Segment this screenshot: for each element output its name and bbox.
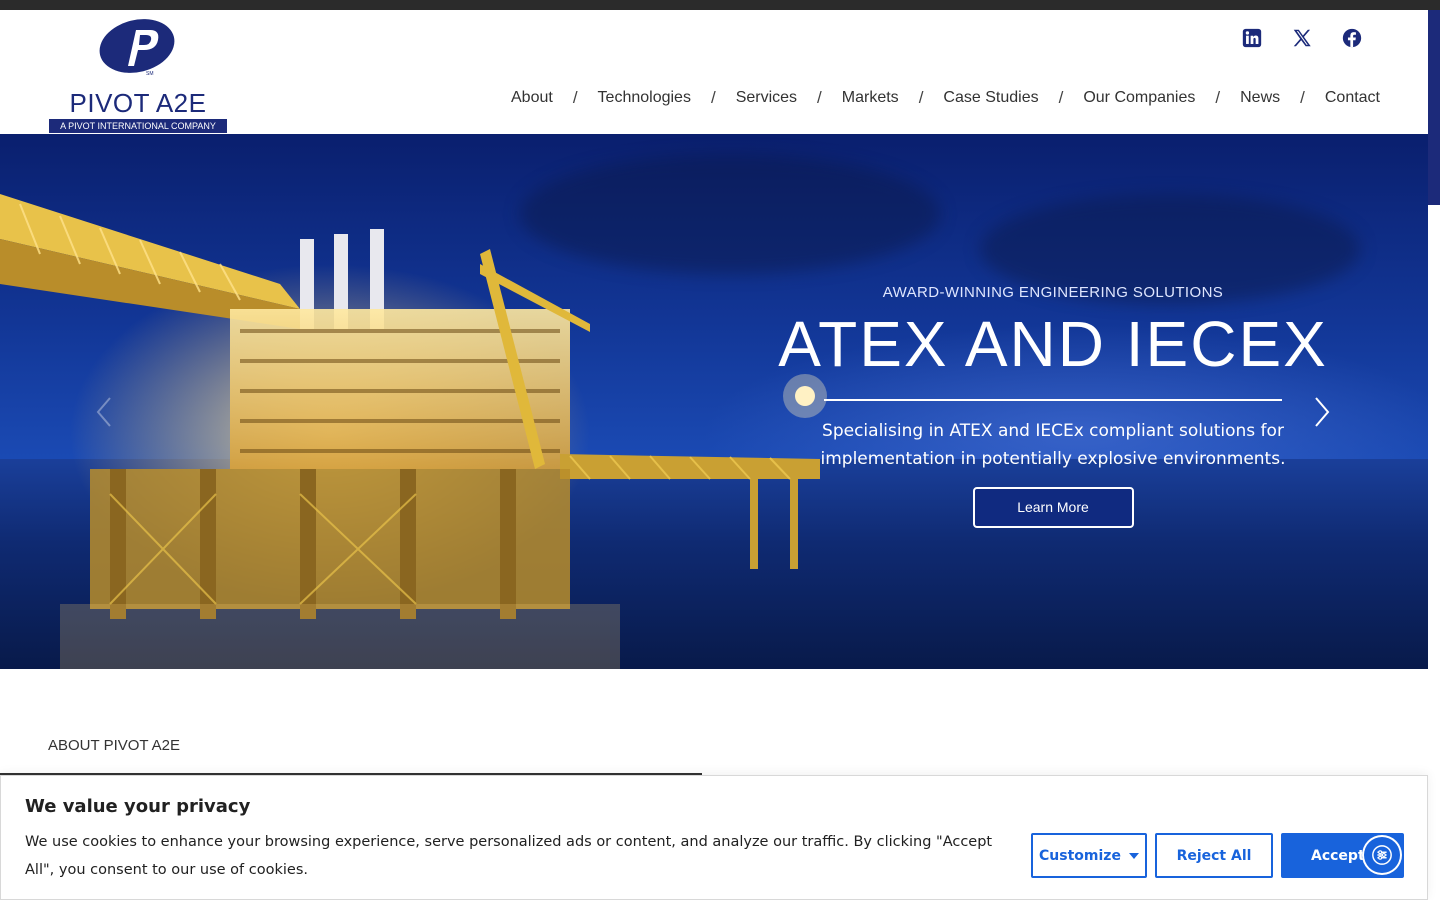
site-header: SM PIVOT A2E A PIVOT INTERNATIONAL COMPA…: [0, 10, 1428, 134]
chevron-down-icon: [1128, 852, 1139, 859]
pivot-logo-mark: SM: [99, 19, 175, 77]
nav-separator: /: [918, 88, 924, 107]
about-section-label: ABOUT PIVOT A2E: [48, 737, 180, 754]
scrollbar-thumb[interactable]: [1428, 10, 1440, 205]
nav-separator: /: [710, 88, 716, 107]
cookie-settings-icon[interactable]: [1362, 835, 1402, 875]
x-icon[interactable]: [1290, 26, 1314, 50]
cookie-title: We value your privacy: [25, 796, 251, 817]
brand-logo[interactable]: SM PIVOT A2E A PIVOT INTERNATIONAL COMPA…: [48, 18, 228, 133]
reject-label: Reject All: [1176, 847, 1252, 864]
nav-about[interactable]: About: [511, 89, 553, 107]
linkedin-icon[interactable]: [1240, 26, 1264, 50]
top-bar: [0, 0, 1440, 10]
hero-description: Specialising in ATEX and IECEx compliant…: [820, 421, 1286, 469]
nav-services[interactable]: Services: [736, 89, 797, 107]
hero-content: AWARD-WINNING ENGINEERING SOLUTIONS ATEX…: [760, 284, 1346, 528]
main-nav: About / Technologies / Services / Market…: [511, 88, 1380, 108]
nav-news[interactable]: News: [1240, 89, 1280, 107]
nav-separator: /: [1215, 88, 1221, 107]
hero-kicker: AWARD-WINNING ENGINEERING SOLUTIONS: [882, 284, 1224, 301]
hero-slider: AWARD-WINNING ENGINEERING SOLUTIONS ATEX…: [0, 134, 1428, 669]
facebook-icon[interactable]: [1340, 26, 1364, 50]
nav-separator: /: [572, 88, 578, 107]
reject-all-button[interactable]: Reject All: [1155, 833, 1273, 878]
nav-separator: /: [1300, 88, 1305, 107]
nav-case-studies[interactable]: Case Studies: [943, 89, 1038, 107]
hero-title: ATEX AND IECEX: [778, 308, 1328, 380]
svg-text:SM: SM: [146, 71, 154, 77]
customize-label: Customize: [1039, 847, 1121, 864]
nav-contact[interactable]: Contact: [1325, 89, 1380, 107]
hero-divider: [824, 399, 1282, 401]
nav-separator: /: [817, 88, 822, 107]
learn-more-button[interactable]: Learn More: [972, 487, 1134, 528]
prev-slide-arrow-icon[interactable]: [90, 392, 120, 432]
nav-our-companies[interactable]: Our Companies: [1083, 89, 1195, 107]
brand-tagline: A PIVOT INTERNATIONAL COMPANY: [49, 119, 227, 133]
brand-name: PIVOT A2E: [69, 88, 207, 118]
nav-technologies[interactable]: Technologies: [598, 89, 691, 107]
customize-button[interactable]: Customize: [1031, 833, 1147, 878]
cookie-banner: We value your privacy We use cookies to …: [0, 775, 1428, 900]
nav-separator: /: [1058, 88, 1064, 107]
nav-markets[interactable]: Markets: [842, 89, 899, 107]
cookie-text: We use cookies to enhance your browsing …: [25, 834, 993, 878]
